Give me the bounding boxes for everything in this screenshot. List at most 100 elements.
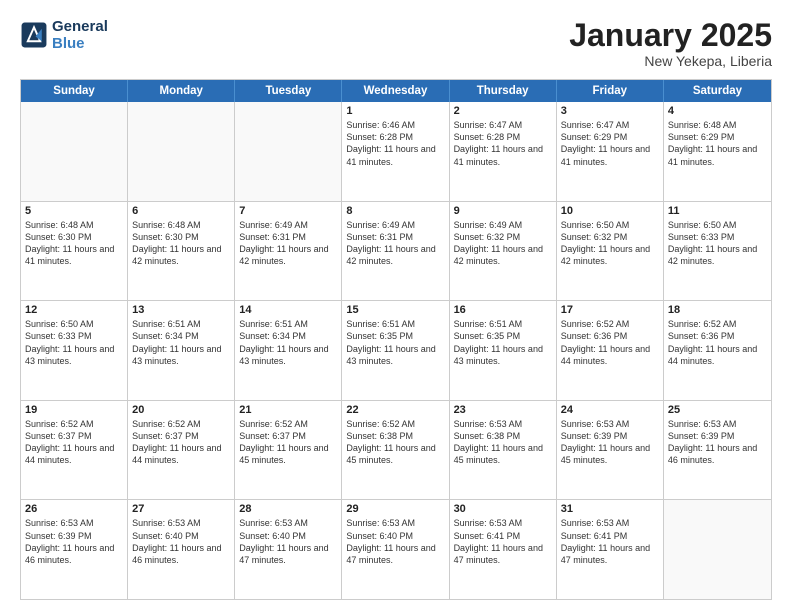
- weekday-header-wednesday: Wednesday: [342, 80, 449, 102]
- day-number: 11: [668, 205, 767, 217]
- day-number: 3: [561, 105, 659, 117]
- day-cell-13: 13 Sunrise: 6:51 AMSunset: 6:34 PMDayligh…: [128, 301, 235, 400]
- day-cell-26: 26Sunrise: 6:53 AMSunset: 6:39 PMDayligh…: [21, 500, 128, 599]
- day-cell-19: 19Sunrise: 6:52 AMSunset: 6:37 PMDayligh…: [21, 401, 128, 500]
- day-cell-31: 31 Sunrise: 6:53 AMSunset: 6:41 PMDayligh…: [557, 500, 664, 599]
- day-cell-12: 12 Sunrise: 6:50 AMSunset: 6:33 PMDayligh…: [21, 301, 128, 400]
- day-number: 28: [239, 503, 337, 515]
- day-info: Sunrise: 6:50 AMSunset: 6:32 PMDaylight:…: [561, 219, 659, 268]
- day-number: 22: [346, 404, 444, 416]
- day-number: 19: [25, 404, 123, 416]
- day-cell-27: 27 Sunrise: 6:53 AMSunset: 6:40 PMDayligh…: [128, 500, 235, 599]
- day-number: 26: [25, 503, 123, 515]
- day-number: 23: [454, 404, 552, 416]
- day-info: Sunrise: 6:51 AMSunset: 6:35 PMDaylight:…: [454, 318, 552, 367]
- day-cell-28: 28 Sunrise: 6:53 AMSunset: 6:40 PMDayligh…: [235, 500, 342, 599]
- header: General Blue January 2025 New Yekepa, Li…: [20, 18, 772, 69]
- day-number: 24: [561, 404, 659, 416]
- calendar-header-row: SundayMondayTuesdayWednesdayThursdayFrid…: [21, 80, 771, 102]
- day-info: Sunrise: 6:53 AMSunset: 6:40 PMDaylight:…: [132, 517, 230, 566]
- weekday-header-friday: Friday: [557, 80, 664, 102]
- calendar-row-1: 5 Sunrise: 6:48 AMSunset: 6:30 PMDaylight…: [21, 201, 771, 301]
- empty-cell: [21, 102, 128, 201]
- day-number: 6: [132, 205, 230, 217]
- day-cell-14: 14 Sunrise: 6:51 AMSunset: 6:34 PMDayligh…: [235, 301, 342, 400]
- day-number: 16: [454, 304, 552, 316]
- weekday-header-tuesday: Tuesday: [235, 80, 342, 102]
- day-cell-20: 20 Sunrise: 6:52 AMSunset: 6:37 PMDayligh…: [128, 401, 235, 500]
- day-cell-17: 17 Sunrise: 6:52 AMSunset: 6:36 PMDayligh…: [557, 301, 664, 400]
- day-number: 15: [346, 304, 444, 316]
- day-info: Sunrise: 6:53 AMSunset: 6:40 PMDaylight:…: [239, 517, 337, 566]
- day-cell-29: 29Sunrise: 6:53 AMSunset: 6:40 PMDayligh…: [342, 500, 449, 599]
- day-cell-1: 1Sunrise: 6:46 AMSunset: 6:28 PMDaylight…: [342, 102, 449, 201]
- day-number: 10: [561, 205, 659, 217]
- day-cell-4: 4Sunrise: 6:48 AMSunset: 6:29 PMDaylight…: [664, 102, 771, 201]
- day-info: Sunrise: 6:53 AMSunset: 6:38 PMDaylight:…: [454, 418, 552, 467]
- day-cell-11: 11 Sunrise: 6:50 AMSunset: 6:33 PMDayligh…: [664, 202, 771, 301]
- day-info: Sunrise: 6:53 AMSunset: 6:39 PMDaylight:…: [668, 418, 767, 467]
- calendar-row-3: 19 Sunrise: 6:52 AMSunset: 6:37 PMDayligh…: [21, 400, 771, 500]
- day-info: Sunrise: 6:48 AMSunset: 6:29 PMDaylight:…: [668, 119, 767, 168]
- day-info: Sunrise: 6:49 AMSunset: 6:32 PMDaylight:…: [454, 219, 552, 268]
- logo-text: General Blue: [52, 18, 108, 52]
- day-cell-24: 24 Sunrise: 6:53 AMSunset: 6:39 PMDayligh…: [557, 401, 664, 500]
- day-info: Sunrise: 6:51 AMSunset: 6:34 PMDaylight:…: [132, 318, 230, 367]
- day-number: 17: [561, 304, 659, 316]
- day-info: Sunrise: 6:50 AMSunset: 6:33 PMDaylight:…: [25, 318, 123, 367]
- day-number: 13: [132, 304, 230, 316]
- day-info: Sunrise: 6:52 AMSunset: 6:37 PMDaylight:…: [239, 418, 337, 467]
- day-number: 20: [132, 404, 230, 416]
- weekday-header-saturday: Saturday: [664, 80, 771, 102]
- weekday-header-thursday: Thursday: [450, 80, 557, 102]
- day-cell-21: 21 Sunrise: 6:52 AMSunset: 6:37 PMDayligh…: [235, 401, 342, 500]
- day-number: 31: [561, 503, 659, 515]
- day-info: Sunrise: 6:49 AMSunset: 6:31 PMDaylight:…: [239, 219, 337, 268]
- day-cell-15: 15 Sunrise: 6:51 AMSunset: 6:35 PMDayligh…: [342, 301, 449, 400]
- day-info: Sunrise: 6:53 AMSunset: 6:41 PMDaylight:…: [454, 517, 552, 566]
- day-number: 12: [25, 304, 123, 316]
- calendar: SundayMondayTuesdayWednesdayThursdayFrid…: [20, 79, 772, 600]
- day-info: Sunrise: 6:53 AMSunset: 6:39 PMDaylight:…: [561, 418, 659, 467]
- day-info: Sunrise: 6:52 AMSunset: 6:36 PMDaylight:…: [668, 318, 767, 367]
- day-info: Sunrise: 6:51 AMSunset: 6:34 PMDaylight:…: [239, 318, 337, 367]
- day-number: 2: [454, 105, 552, 117]
- day-number: 21: [239, 404, 337, 416]
- day-info: Sunrise: 6:52 AMSunset: 6:37 PMDaylight:…: [132, 418, 230, 467]
- day-number: 5: [25, 205, 123, 217]
- day-info: Sunrise: 6:53 AMSunset: 6:41 PMDaylight:…: [561, 517, 659, 566]
- day-number: 27: [132, 503, 230, 515]
- day-info: Sunrise: 6:52 AMSunset: 6:36 PMDaylight:…: [561, 318, 659, 367]
- day-number: 25: [668, 404, 767, 416]
- calendar-row-0: 1Sunrise: 6:46 AMSunset: 6:28 PMDaylight…: [21, 102, 771, 201]
- day-number: 29: [346, 503, 444, 515]
- day-cell-8: 8 Sunrise: 6:49 AMSunset: 6:31 PMDaylight…: [342, 202, 449, 301]
- day-number: 7: [239, 205, 337, 217]
- empty-cell: [235, 102, 342, 201]
- calendar-body: 1Sunrise: 6:46 AMSunset: 6:28 PMDaylight…: [21, 102, 771, 599]
- day-cell-30: 30 Sunrise: 6:53 AMSunset: 6:41 PMDayligh…: [450, 500, 557, 599]
- day-cell-6: 6Sunrise: 6:48 AMSunset: 6:30 PMDaylight…: [128, 202, 235, 301]
- location: New Yekepa, Liberia: [569, 53, 772, 69]
- day-cell-25: 25 Sunrise: 6:53 AMSunset: 6:39 PMDayligh…: [664, 401, 771, 500]
- day-cell-22: 22 Sunrise: 6:52 AMSunset: 6:38 PMDayligh…: [342, 401, 449, 500]
- day-cell-18: 18Sunrise: 6:52 AMSunset: 6:36 PMDayligh…: [664, 301, 771, 400]
- day-info: Sunrise: 6:46 AMSunset: 6:28 PMDaylight:…: [346, 119, 444, 168]
- logo: General Blue: [20, 18, 108, 52]
- logo-icon: [20, 21, 48, 49]
- day-number: 30: [454, 503, 552, 515]
- day-number: 9: [454, 205, 552, 217]
- day-info: Sunrise: 6:48 AMSunset: 6:30 PMDaylight:…: [25, 219, 123, 268]
- day-number: 14: [239, 304, 337, 316]
- calendar-row-4: 26Sunrise: 6:53 AMSunset: 6:39 PMDayligh…: [21, 499, 771, 599]
- title-block: January 2025 New Yekepa, Liberia: [569, 18, 772, 69]
- day-info: Sunrise: 6:50 AMSunset: 6:33 PMDaylight:…: [668, 219, 767, 268]
- day-info: Sunrise: 6:52 AMSunset: 6:38 PMDaylight:…: [346, 418, 444, 467]
- day-number: 8: [346, 205, 444, 217]
- weekday-header-sunday: Sunday: [21, 80, 128, 102]
- calendar-row-2: 12 Sunrise: 6:50 AMSunset: 6:33 PMDayligh…: [21, 300, 771, 400]
- day-info: Sunrise: 6:49 AMSunset: 6:31 PMDaylight:…: [346, 219, 444, 268]
- day-cell-3: 3Sunrise: 6:47 AMSunset: 6:29 PMDaylight…: [557, 102, 664, 201]
- day-cell-7: 7 Sunrise: 6:49 AMSunset: 6:31 PMDaylight…: [235, 202, 342, 301]
- day-info: Sunrise: 6:51 AMSunset: 6:35 PMDaylight:…: [346, 318, 444, 367]
